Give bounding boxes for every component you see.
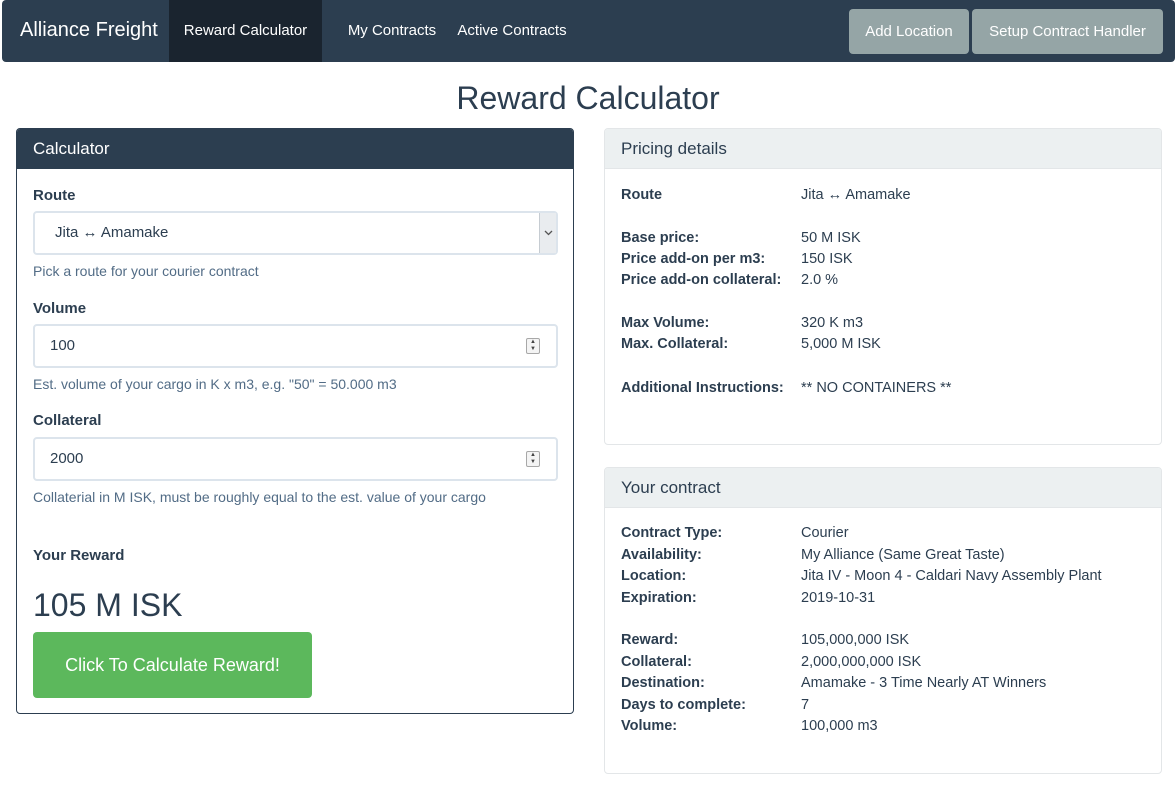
pricing-value: 5,000 M ISK <box>801 336 881 352</box>
pricing-key: Route <box>621 187 663 203</box>
contract-row: Availability: My Alliance (Same Great Ta… <box>621 547 1151 568</box>
contract-key: Days to complete: <box>621 697 746 713</box>
pricing-key: Additional Instructions: <box>621 380 784 396</box>
pricing-row: Max Volume: 320 K m3 <box>621 315 1151 336</box>
contract-value: Courier <box>801 525 849 541</box>
volume-stepper-icon[interactable]: ▲ ▼ <box>526 338 540 354</box>
pricing-value: 50 M ISK <box>801 230 861 246</box>
contract-key: Contract Type: <box>621 525 723 541</box>
contract-value: 2019-10-31 <box>801 590 876 606</box>
pricing-value: 2.0 % <box>801 272 839 288</box>
pricing-value: 150 ISK <box>801 251 853 267</box>
route-label: Route <box>33 187 76 204</box>
pricing-key: Price add-on collateral: <box>621 272 782 288</box>
reward-value: 105 M ISK <box>33 587 183 623</box>
pricing-details-header: Pricing details <box>605 129 1161 169</box>
pricing-key: Max. Collateral: <box>621 336 729 352</box>
brand-title[interactable]: Alliance Freight <box>20 0 158 62</box>
your-contract-header: Your contract <box>605 468 1161 508</box>
collateral-help-text: Collaterial in M ISK, must be roughly eq… <box>33 489 486 505</box>
contract-key: Expiration: <box>621 590 697 606</box>
calculator-card: Calculator Route Jita ↔ Amamake Pick a r… <box>16 128 574 714</box>
chevron-down-icon[interactable] <box>539 213 556 253</box>
contract-value: 2,000,000,000 ISK <box>801 654 922 670</box>
pricing-key: Price add-on per m3: <box>621 251 766 267</box>
add-location-button[interactable]: Add Location <box>849 9 969 54</box>
pricing-value: 320 K m3 <box>801 315 864 331</box>
contract-row: Contract Type: Courier <box>621 525 1151 546</box>
pricing-value: ** NO CONTAINERS ** <box>801 380 952 396</box>
calculator-card-header: Calculator <box>17 129 573 169</box>
pricing-row: Price add-on collateral: 2.0 % <box>621 272 1151 293</box>
route-help-text: Pick a route for your courier contract <box>33 263 259 279</box>
pricing-key: Base price: <box>621 230 700 246</box>
your-contract-card: Your contract Contract Type: Courier Ava… <box>604 467 1162 774</box>
your-reward-label: Your Reward <box>33 547 125 564</box>
contract-value: Jita IV - Moon 4 - Caldari Navy Assembly… <box>801 568 1102 584</box>
pricing-row: Base price: 50 M ISK <box>621 230 1151 251</box>
contract-row: Collateral: 2,000,000,000 ISK <box>621 654 1151 675</box>
page-title: Reward Calculator <box>456 80 720 116</box>
collateral-label: Collateral <box>33 412 102 429</box>
contract-key: Location: <box>621 568 687 584</box>
pricing-row: Price add-on per m3: 150 ISK <box>621 251 1151 272</box>
pricing-row: Additional Instructions: ** NO CONTAINER… <box>621 380 1151 401</box>
volume-input-value: 100 <box>50 337 76 354</box>
pricing-row: Max. Collateral: 5,000 M ISK <box>621 336 1151 357</box>
volume-help-text: Est. volume of your cargo in K x m3, e.g… <box>33 376 397 392</box>
contract-row: Destination: Amamake - 3 Time Nearly AT … <box>621 675 1151 696</box>
route-select[interactable]: Jita ↔ Amamake <box>33 211 558 255</box>
contract-key: Collateral: <box>621 654 692 670</box>
contract-row: Days to complete: 7 <box>621 697 1151 718</box>
calculate-reward-button[interactable]: Click To Calculate Reward! <box>33 632 312 698</box>
contract-key: Reward: <box>621 632 679 648</box>
route-select-value: Jita ↔ Amamake <box>55 224 169 241</box>
volume-label: Volume <box>33 300 87 317</box>
contract-key: Destination: <box>621 675 705 691</box>
nav-my-contracts[interactable]: My Contracts <box>322 0 462 62</box>
contract-value: Amamake - 3 Time Nearly AT Winners <box>801 675 1047 691</box>
contract-row: Volume: 100,000 m3 <box>621 718 1151 739</box>
pricing-details-card: Pricing details Route Jita ↔ Amamake Bas… <box>604 128 1162 445</box>
pricing-value: Jita ↔ Amamake <box>801 187 911 203</box>
collateral-stepper-icon[interactable]: ▲ ▼ <box>526 451 540 467</box>
top-navbar: Alliance Freight Reward Calculator My Co… <box>2 0 1175 62</box>
collateral-input-value: 2000 <box>50 450 84 467</box>
contract-value: My Alliance (Same Great Taste) <box>801 547 1005 563</box>
contract-key: Availability: <box>621 547 702 563</box>
volume-input[interactable]: 100 ▲ ▼ <box>33 324 558 368</box>
contract-value: 105,000,000 ISK <box>801 632 910 648</box>
pricing-row: Route Jita ↔ Amamake <box>621 187 1151 208</box>
collateral-input[interactable]: 2000 ▲ ▼ <box>33 437 558 481</box>
pricing-key: Max Volume: <box>621 315 710 331</box>
contract-value: 7 <box>801 697 810 713</box>
contract-key: Volume: <box>621 718 678 734</box>
setup-contract-handler-button[interactable]: Setup Contract Handler <box>972 9 1163 54</box>
nav-active-contracts[interactable]: Active Contracts <box>442 0 582 62</box>
nav-reward-calculator[interactable]: Reward Calculator <box>169 0 322 62</box>
contract-row: Reward: 105,000,000 ISK <box>621 632 1151 653</box>
contract-value: 100,000 m3 <box>801 718 878 734</box>
contract-row: Location: Jita IV - Moon 4 - Caldari Nav… <box>621 568 1151 589</box>
contract-row: Expiration: 2019-10-31 <box>621 590 1151 611</box>
